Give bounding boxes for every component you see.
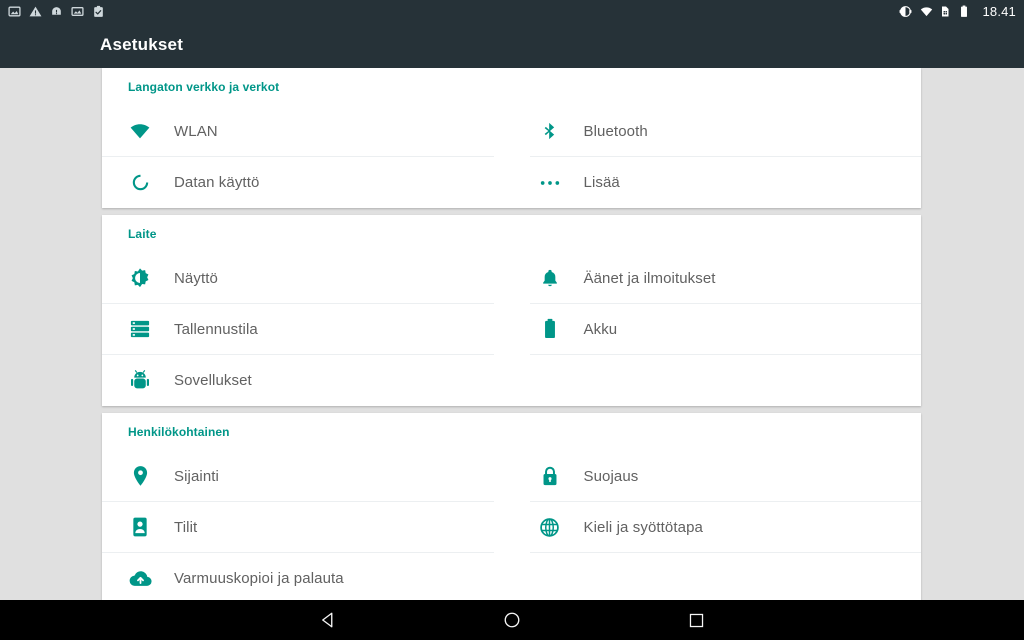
app-bar: Asetukset — [0, 22, 1024, 68]
settings-card-wireless: Langaton verkko ja verkot WLAN Bluetooth… — [102, 68, 921, 208]
android-settings-screen: 18.41 Asetukset Langaton verkko ja verko… — [0, 0, 1024, 640]
settings-item-label: WLAN — [174, 122, 218, 140]
settings-item-battery[interactable]: Akku — [529, 304, 921, 355]
status-bar-right-icons: 18.41 — [892, 4, 1016, 19]
rotation-lock-icon — [899, 5, 912, 18]
clipboard-check-icon — [92, 5, 105, 18]
row-pair: Varmuuskopioi ja palauta — [102, 553, 921, 600]
account-icon — [128, 515, 152, 539]
settings-item-language-input[interactable]: Kieli ja syöttötapa — [529, 502, 921, 553]
status-bar-clock: 18.41 — [982, 3, 1016, 19]
more-horizontal-icon — [538, 171, 562, 195]
settings-card-personal: Henkilökohtainen Sijainti Suojaus Tilit … — [102, 413, 921, 600]
location-pin-icon — [128, 464, 152, 488]
section-header-wireless: Langaton verkko ja verkot — [128, 80, 280, 94]
wifi-icon — [919, 5, 933, 18]
status-bar-left-icons — [8, 5, 113, 18]
status-bar: 18.41 — [0, 0, 1024, 22]
row-pair: Sijainti Suojaus — [102, 451, 921, 502]
settings-item-label: Sijainti — [174, 467, 219, 485]
android-robot-icon — [128, 369, 152, 393]
settings-item-label: Suojaus — [583, 467, 639, 485]
lock-icon — [538, 464, 562, 488]
globe-icon — [538, 515, 562, 539]
back-button[interactable] — [280, 600, 376, 640]
battery-icon — [538, 317, 562, 341]
settings-item-label: Näyttö — [174, 269, 218, 287]
settings-item-storage[interactable]: Tallennustila — [102, 304, 494, 355]
battery-full-icon — [959, 5, 972, 18]
rows-device: Näyttö Äänet ja ilmoitukset Tallennustil… — [102, 253, 921, 406]
settings-item-backup-restore[interactable]: Varmuuskopioi ja palauta — [102, 553, 494, 600]
settings-item-label: Sovellukset — [174, 372, 252, 389]
row-pair: Datan käyttö Lisää — [102, 157, 921, 208]
backup-cloud-icon — [128, 567, 152, 591]
settings-item-label: Akku — [583, 320, 618, 338]
section-header-personal-wrap: Henkilökohtainen — [102, 413, 921, 451]
empty-cell — [530, 355, 922, 406]
picture-icon — [71, 5, 84, 18]
section-header-device: Laite — [128, 227, 157, 241]
screenshot-icon — [8, 5, 21, 18]
warning-icon — [29, 5, 42, 18]
settings-item-wlan[interactable]: WLAN — [102, 106, 494, 157]
page-title: Asetukset — [100, 35, 184, 54]
home-button[interactable] — [464, 600, 560, 640]
settings-item-apps[interactable]: Sovellukset — [102, 355, 494, 406]
settings-card-device: Laite Näyttö Äänet ja ilmoitukset Tallen… — [102, 215, 921, 406]
alert-circle-icon — [50, 5, 63, 18]
settings-item-security[interactable]: Suojaus — [529, 451, 921, 502]
settings-item-sound-notifications[interactable]: Äänet ja ilmoitukset — [529, 253, 921, 304]
settings-scroll-area[interactable]: Langaton verkko ja verkot WLAN Bluetooth… — [0, 68, 1024, 600]
settings-item-bluetooth[interactable]: Bluetooth — [529, 106, 921, 157]
settings-item-label: Varmuuskopioi ja palauta — [174, 570, 344, 587]
wifi-icon — [128, 119, 152, 143]
row-pair: Tallennustila Akku — [102, 304, 921, 355]
recents-button[interactable] — [648, 600, 744, 640]
settings-item-accounts[interactable]: Tilit — [102, 502, 494, 553]
settings-item-data-usage[interactable]: Datan käyttö — [102, 157, 494, 208]
row-pair: WLAN Bluetooth — [102, 106, 921, 157]
brightness-icon — [128, 266, 152, 290]
storage-icon — [128, 317, 152, 341]
row-pair: Näyttö Äänet ja ilmoitukset — [102, 253, 921, 304]
data-usage-icon — [128, 171, 152, 195]
settings-item-label: Datan käyttö — [174, 174, 260, 191]
settings-item-label: Lisää — [583, 174, 620, 191]
settings-item-location[interactable]: Sijainti — [102, 451, 494, 502]
settings-item-label: Kieli ja syöttötapa — [583, 518, 703, 536]
section-header-personal: Henkilökohtainen — [128, 425, 230, 439]
bell-icon — [538, 266, 562, 290]
settings-item-label: Tilit — [174, 518, 198, 536]
settings-item-label: Tallennustila — [174, 320, 258, 338]
row-pair: Tilit Kieli ja syöttötapa — [102, 502, 921, 553]
empty-cell — [530, 553, 922, 600]
settings-item-label: Bluetooth — [583, 122, 648, 140]
settings-item-label: Äänet ja ilmoitukset — [583, 269, 716, 287]
rows-personal: Sijainti Suojaus Tilit Kieli ja syöttöta… — [102, 451, 921, 600]
row-pair: Sovellukset — [102, 355, 921, 406]
section-header-wireless-wrap: Langaton verkko ja verkot — [102, 68, 921, 106]
navigation-bar — [0, 600, 1024, 640]
settings-item-more[interactable]: Lisää — [530, 157, 922, 208]
bluetooth-icon — [538, 119, 562, 143]
section-header-device-wrap: Laite — [102, 215, 921, 253]
rows-wireless: WLAN Bluetooth Datan käyttö Lisää — [102, 106, 921, 208]
sim-card-icon — [939, 5, 952, 18]
settings-item-display[interactable]: Näyttö — [102, 253, 494, 304]
